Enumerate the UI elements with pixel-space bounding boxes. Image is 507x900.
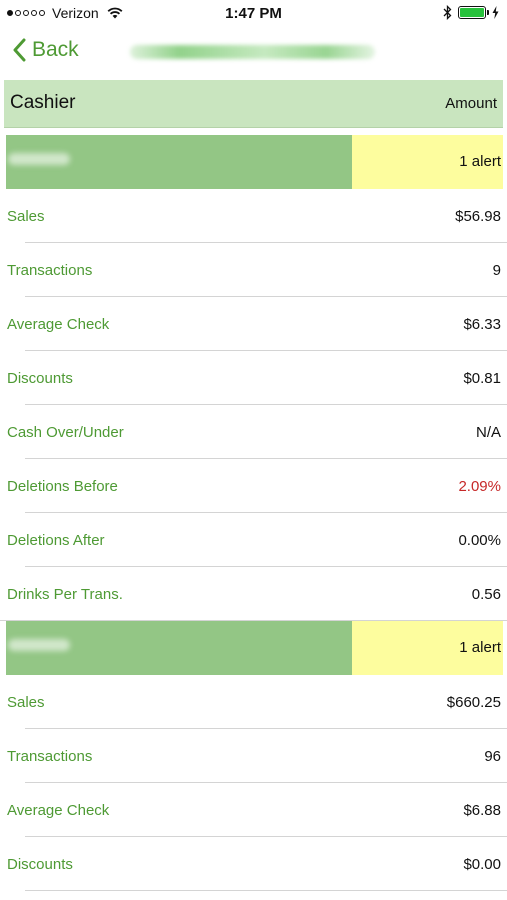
metric-row[interactable]: Average Check $6.88: [0, 783, 507, 837]
alert-badge[interactable]: 1 alert: [352, 135, 503, 189]
metric-row[interactable]: Drinks Per Trans. 0.56: [0, 567, 507, 621]
metric-row[interactable]: Sales $56.98: [0, 189, 507, 243]
metric-value: 0.00%: [458, 532, 501, 549]
metric-label: Transactions: [7, 262, 93, 279]
metric-row[interactable]: Cash Over/Under N/A: [0, 405, 507, 459]
metric-label: Sales: [7, 208, 45, 225]
metric-value: 9: [492, 262, 501, 279]
metric-row[interactable]: Transactions 96: [0, 729, 507, 783]
navigation-bar: Back: [0, 28, 507, 78]
metric-row[interactable]: Deletions After 0.00%: [0, 513, 507, 567]
metric-label: Discounts: [7, 370, 73, 387]
charging-icon: [492, 6, 499, 19]
metric-row[interactable]: Discounts $0.00: [0, 837, 507, 891]
cashier-name-redacted: [8, 639, 70, 651]
cashier-name-redacted: [8, 153, 70, 165]
metric-label: Drinks Per Trans.: [7, 586, 123, 603]
chevron-left-icon: [13, 38, 26, 62]
alert-badge[interactable]: 1 alert: [352, 621, 503, 675]
cashier-name-cell: [6, 135, 352, 189]
metric-label: Average Check: [7, 316, 110, 333]
metric-label: Sales: [7, 694, 45, 711]
metric-value: 0.56: [471, 586, 501, 603]
metric-value: $6.33: [463, 316, 501, 333]
cashier-name-cell: [6, 621, 352, 675]
back-label: Back: [32, 38, 79, 61]
status-right: [443, 5, 499, 20]
status-bar: Verizon 1:47 PM: [0, 0, 507, 28]
cashier-section-header[interactable]: 1 alert: [6, 621, 503, 675]
metric-label: Deletions Before: [7, 478, 118, 495]
battery-icon: [458, 6, 489, 19]
metric-value: 96: [484, 748, 501, 765]
metric-value: 2.09%: [458, 478, 501, 495]
metric-value: N/A: [475, 424, 501, 441]
metric-label: Cash Over/Under: [7, 424, 124, 441]
column-header-cashier: Cashier: [10, 92, 76, 113]
metric-value: $660.25: [446, 694, 501, 711]
metric-row[interactable]: Discounts $0.81: [0, 351, 507, 405]
metric-row[interactable]: Sales $660.25: [0, 675, 507, 729]
metric-label: Discounts: [7, 856, 73, 873]
metric-row[interactable]: Average Check $6.33: [0, 297, 507, 351]
bluetooth-icon: [443, 5, 452, 20]
row-divider: [25, 890, 507, 891]
nav-title-redacted: [130, 45, 375, 59]
status-time: 1:47 PM: [225, 5, 282, 22]
metric-value: $0.81: [463, 370, 501, 387]
back-button[interactable]: Back: [12, 38, 79, 62]
metric-value: $6.88: [463, 802, 501, 819]
table-header: Cashier Amount: [4, 80, 503, 128]
metric-label: Deletions After: [7, 532, 105, 549]
metric-row[interactable]: Transactions 9: [0, 243, 507, 297]
battery-level-fill: [460, 8, 484, 17]
metric-value: $0.00: [463, 856, 501, 873]
metric-row[interactable]: Deletions Before 2.09%: [0, 459, 507, 513]
cashier-list: 1 alert Sales $56.98 Transactions 9 Average C…: [0, 135, 507, 891]
cashier-section-header[interactable]: 1 alert: [6, 135, 503, 189]
metric-label: Average Check: [7, 802, 110, 819]
metric-label: Transactions: [7, 748, 93, 765]
metric-value: $56.98: [455, 208, 501, 225]
column-header-amount: Amount: [445, 95, 497, 112]
